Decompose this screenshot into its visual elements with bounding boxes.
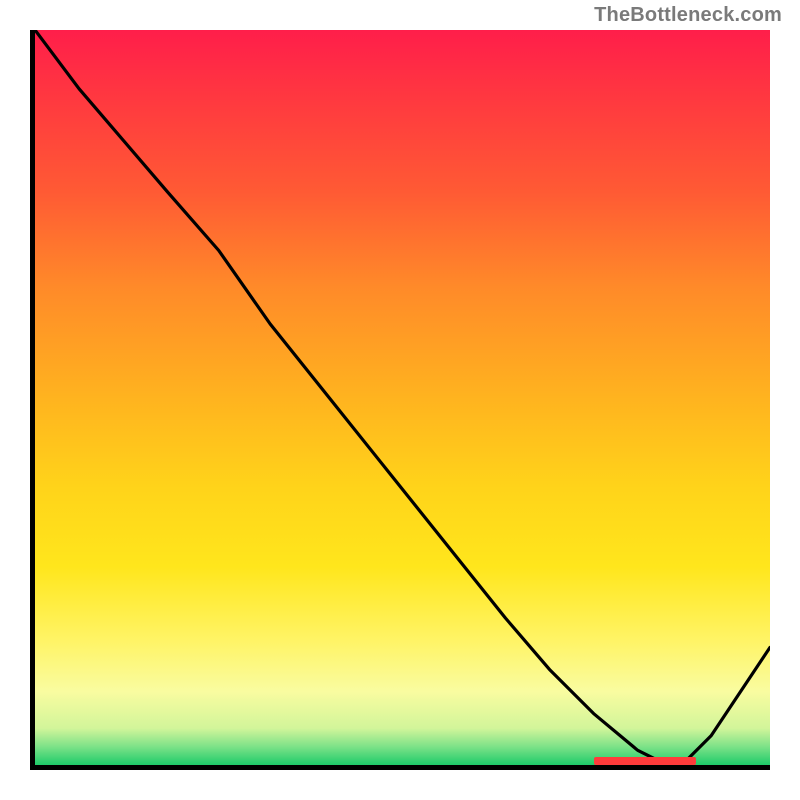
watermark-label: TheBottleneck.com [594, 4, 782, 27]
optimal-zone-marker [594, 757, 697, 765]
chart-area [30, 30, 770, 770]
bottleneck-curve [35, 30, 770, 765]
chart-line-layer [35, 30, 770, 765]
